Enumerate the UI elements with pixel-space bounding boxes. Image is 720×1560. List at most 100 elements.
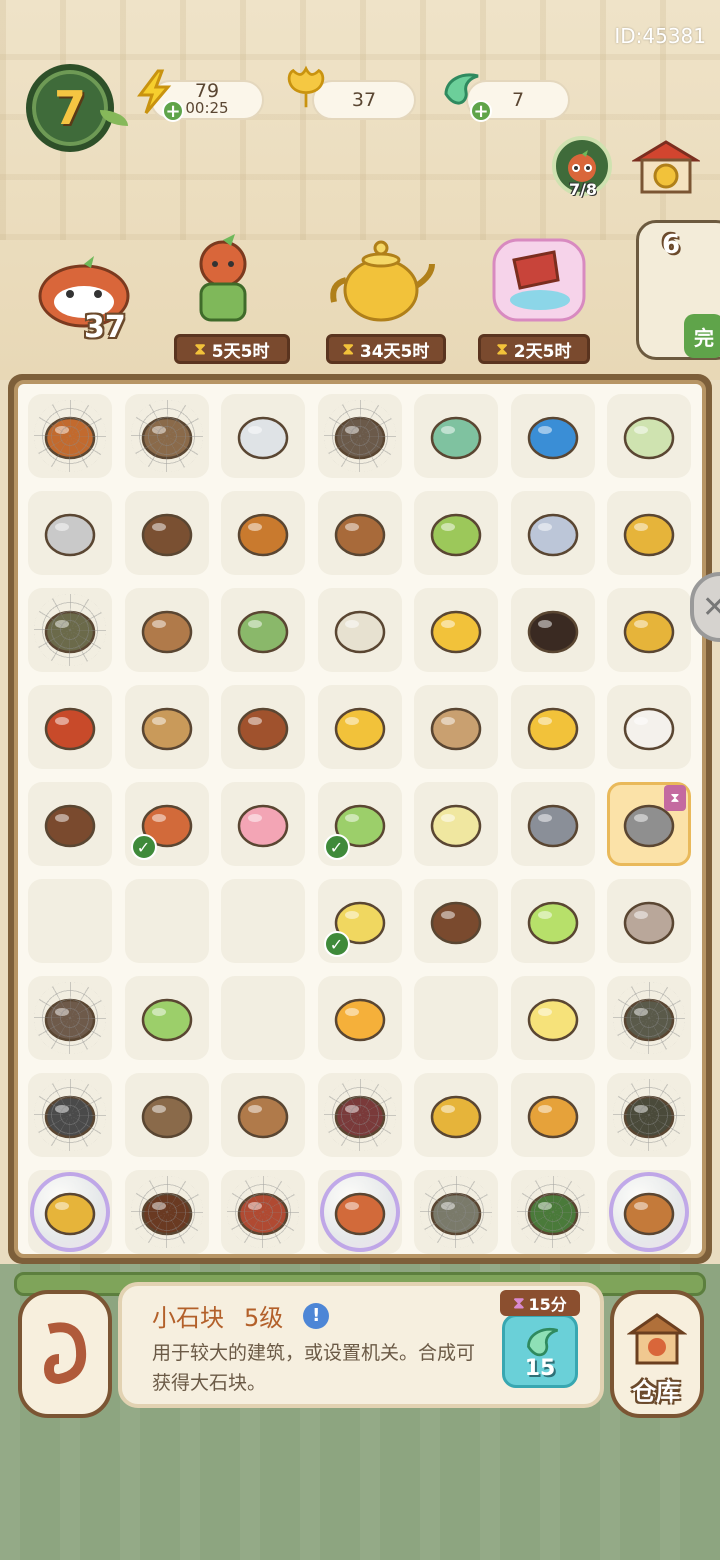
gem-plus-button[interactable]: + (470, 100, 492, 122)
board-cell[interactable] (607, 1073, 691, 1157)
hourglass-icon: ⧗ (664, 785, 686, 811)
woven-straw-icon (430, 707, 482, 751)
board-cell[interactable] (221, 588, 305, 672)
board-cell[interactable] (317, 1170, 402, 1254)
board-cell[interactable] (317, 685, 402, 769)
board-cell[interactable] (317, 1073, 402, 1157)
bamboo-shoot-icon (141, 998, 192, 1042)
cobweb-icon (323, 1079, 396, 1151)
board-cell[interactable] (414, 394, 498, 478)
teacup-lid-icon (334, 610, 385, 654)
board-cell[interactable] (510, 1170, 595, 1254)
board-cell[interactable] (510, 685, 595, 769)
board-cell[interactable] (607, 976, 691, 1060)
order-bonus-package[interactable] (484, 230, 594, 330)
soil-box-icon (334, 513, 385, 557)
board-cell[interactable] (607, 588, 691, 672)
board-cell[interactable]: ⧗ (607, 782, 691, 866)
soup-bowl-icon (430, 804, 482, 848)
board-cell[interactable] (221, 1170, 305, 1254)
board-cell[interactable] (124, 976, 209, 1060)
board-cell[interactable] (124, 588, 209, 672)
board-cell[interactable] (414, 588, 498, 672)
cobweb-icon (130, 1176, 203, 1248)
board-cell[interactable]: ✓ (124, 782, 209, 866)
golden-teapot-icon (330, 240, 435, 322)
board-cell[interactable] (28, 491, 112, 575)
order-timer-3: ⧗ 2天5时 (478, 334, 590, 364)
board-cell[interactable] (124, 491, 209, 575)
lantern-box-icon (527, 1095, 578, 1139)
board-cell[interactable] (28, 1073, 112, 1157)
board-cell[interactable] (607, 491, 691, 575)
merge-board: ✓ ✓ ⧗ ✓ (8, 374, 712, 1264)
ginkgo-value: 37 (351, 89, 377, 111)
cobweb-icon (420, 1176, 492, 1248)
golden-bowl-icon (623, 513, 675, 557)
board-cell (221, 976, 305, 1060)
hourglass-icon (527, 513, 578, 557)
board-cell[interactable] (221, 394, 305, 478)
board-cell[interactable] (414, 685, 498, 769)
board-cell[interactable] (28, 685, 112, 769)
dried-flower-icon (44, 804, 96, 848)
order-timer-3-text: 2天5时 (513, 341, 572, 362)
gem-value: 7 (511, 89, 525, 111)
board-cell[interactable]: ✓ (317, 879, 402, 963)
board-cell[interactable] (510, 491, 595, 575)
board-cell[interactable] (28, 588, 112, 672)
board-cell[interactable] (510, 976, 595, 1060)
item-preview-lantern (18, 1290, 112, 1418)
board-cell[interactable] (317, 976, 402, 1060)
board-cell[interactable] (510, 588, 595, 672)
board-cell[interactable] (124, 685, 209, 769)
board-cell[interactable] (124, 1170, 209, 1254)
board-cell[interactable] (607, 394, 691, 478)
board-cell[interactable] (414, 491, 498, 575)
energy-plus-button[interactable]: + (162, 100, 184, 122)
board-cell[interactable] (414, 1170, 498, 1254)
merge-board-inner: ✓ ✓ ⧗ ✓ (14, 380, 706, 1258)
board-cell[interactable] (414, 1073, 498, 1157)
cobweb-icon (516, 1176, 589, 1248)
board-cell[interactable] (221, 685, 305, 769)
speedup-button[interactable]: 15 (502, 1314, 578, 1388)
board-cell[interactable] (317, 491, 402, 575)
teapot-glow-icon (527, 998, 578, 1042)
level-number: 7 (53, 81, 86, 135)
board-cell[interactable] (414, 782, 498, 866)
board-cell[interactable] (510, 879, 595, 963)
board-cell[interactable] (221, 782, 305, 866)
board-cell[interactable]: ✓ (317, 782, 402, 866)
board-cell[interactable] (607, 879, 691, 963)
board-cell[interactable] (28, 1170, 112, 1254)
speedup-timer: ⧗ 15分 (500, 1290, 580, 1316)
board-cell[interactable] (510, 394, 595, 478)
board-cell[interactable] (607, 685, 691, 769)
level-badge[interactable]: 7 (26, 64, 114, 152)
board-cell[interactable] (221, 491, 305, 575)
cobweb-icon (34, 400, 106, 472)
shop-button[interactable] (630, 138, 702, 196)
order-character[interactable] (168, 230, 278, 330)
warehouse-icon (627, 1313, 687, 1365)
board-cell[interactable] (221, 1073, 305, 1157)
order-teapot[interactable] (326, 230, 436, 330)
board-cell[interactable] (607, 1170, 691, 1254)
board-cell[interactable] (124, 1073, 209, 1157)
board-cell[interactable] (317, 588, 402, 672)
board-cell[interactable] (510, 1073, 595, 1157)
seed-jar-icon (141, 1095, 192, 1139)
board-cell[interactable] (28, 976, 112, 1060)
red-panda-icon (568, 150, 596, 182)
board-cell[interactable] (124, 394, 209, 478)
cobweb-icon (323, 400, 396, 472)
board-cell[interactable] (28, 394, 112, 478)
board-cell[interactable] (510, 782, 595, 866)
info-icon[interactable]: ! (303, 1302, 330, 1329)
hourglass-icon: ⧗ (513, 1293, 525, 1312)
board-cell[interactable] (317, 394, 402, 478)
board-cell[interactable] (28, 782, 112, 866)
complete-order-button[interactable]: 完 (684, 314, 720, 358)
board-cell[interactable] (414, 879, 498, 963)
